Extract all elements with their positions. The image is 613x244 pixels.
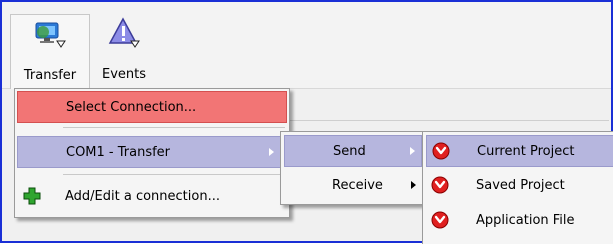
menu-item-add-edit-connection[interactable]: Add/Edit a connection... <box>17 181 287 211</box>
menu-item-saved-project[interactable]: Saved Project <box>426 170 613 200</box>
menu-item-current-project[interactable]: Current Project <box>426 135 613 167</box>
submenu-arrow-icon <box>269 148 274 156</box>
download-icon <box>431 211 449 229</box>
transfer-icon <box>35 22 66 48</box>
toolbar: Transfer Events <box>2 2 611 89</box>
transfer-label: Transfer <box>23 68 77 83</box>
events-label: Events <box>101 67 146 82</box>
menu-item-receive[interactable]: Receive <box>284 170 422 200</box>
warning-icon <box>108 17 140 48</box>
submenu-arrow-icon <box>411 181 416 189</box>
send-submenu: Current Project Saved Project Applicatio… <box>422 131 613 244</box>
menu-separator <box>63 174 285 175</box>
connection-menu: Select Connection... COM1 - Transfer Add… <box>14 88 290 218</box>
menu-item-com1-transfer[interactable]: COM1 - Transfer <box>17 136 287 168</box>
transfer-button[interactable]: Transfer <box>10 14 90 89</box>
application-file-label: Application File <box>476 212 575 228</box>
com1-transfer-label: COM1 - Transfer <box>66 144 171 160</box>
menu-item-select-connection[interactable]: Select Connection... <box>17 91 287 123</box>
current-project-label: Current Project <box>477 143 575 159</box>
download-icon <box>432 142 450 160</box>
add-edit-connection-label: Add/Edit a connection... <box>65 188 220 204</box>
menu-item-send[interactable]: Send <box>284 135 422 167</box>
saved-project-label: Saved Project <box>476 177 565 193</box>
send-label: Send <box>333 143 366 159</box>
menu-item-application-file[interactable]: Application File <box>426 205 613 235</box>
receive-label: Receive <box>332 177 383 193</box>
select-connection-label: Select Connection... <box>66 99 197 115</box>
download-icon <box>431 176 449 194</box>
menu-separator <box>63 127 285 128</box>
add-icon <box>23 187 41 205</box>
events-button[interactable]: Events <box>94 14 154 88</box>
transfer-submenu: Send Receive <box>280 131 426 205</box>
submenu-arrow-icon <box>410 147 415 155</box>
